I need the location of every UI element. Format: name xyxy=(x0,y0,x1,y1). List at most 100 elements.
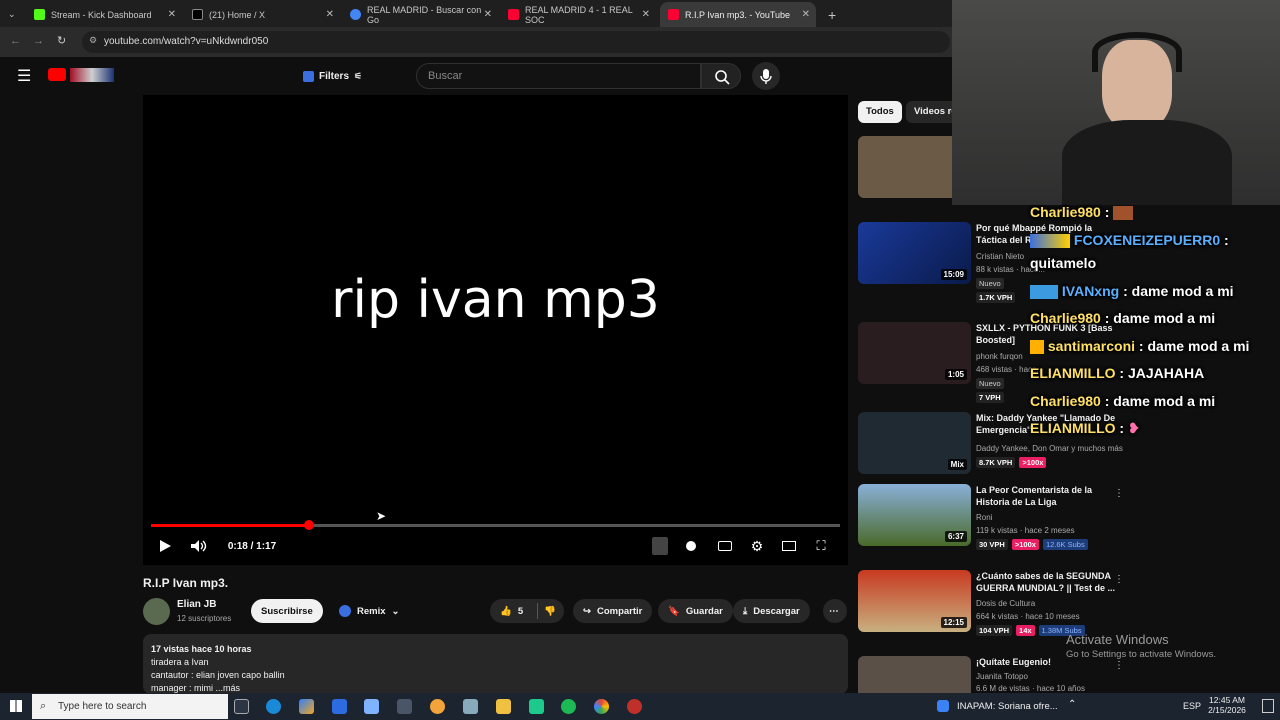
close-icon[interactable]: ✕ xyxy=(642,9,650,20)
close-icon[interactable]: ✕ xyxy=(168,9,176,20)
voice-search-button[interactable] xyxy=(752,62,780,90)
tab-google[interactable]: REAL MADRID - Buscar con Go ✕ xyxy=(342,2,498,27)
search-button[interactable] xyxy=(701,63,741,89)
download-icon: ⤓ xyxy=(743,605,748,617)
save-button[interactable]: 🔖 Guardar xyxy=(658,599,733,623)
tab-x[interactable]: (21) Home / X ✕ xyxy=(184,2,340,27)
rec-title[interactable]: ¿Cuánto sabes de la SEGUNDA GUERRA MUNDI… xyxy=(976,570,1116,594)
captions-button[interactable] xyxy=(717,537,733,555)
site-info-icon[interactable]: ⚙ xyxy=(89,35,97,46)
rec-channel[interactable]: Dosis de Cultura xyxy=(976,599,1035,608)
rec-channel[interactable]: Juanita Totopo xyxy=(976,672,1028,681)
close-icon[interactable]: ✕ xyxy=(802,9,810,20)
recommendation-item[interactable]: ¡Quítate Eugenio! Juanita Totopo 6.6 M d… xyxy=(858,656,1128,693)
progress-bar[interactable] xyxy=(151,520,840,530)
settings-button[interactable]: ⚙ xyxy=(749,537,765,555)
scrubber-handle[interactable] xyxy=(304,520,315,530)
captions-icon xyxy=(718,541,732,551)
more-icon[interactable]: ⋮ xyxy=(1114,574,1124,585)
whatsapp-icon[interactable] xyxy=(529,699,544,714)
edge-icon[interactable] xyxy=(266,699,281,714)
notification-center-icon[interactable] xyxy=(1262,699,1274,713)
new-tab-button[interactable]: + xyxy=(820,2,840,27)
like-count: 5 xyxy=(517,605,524,617)
extension-player-icon[interactable] xyxy=(652,537,668,555)
rec-title[interactable]: La Peor Comentarista de la Historia de L… xyxy=(976,484,1116,508)
obs-icon[interactable] xyxy=(627,699,642,714)
like-button[interactable]: 👍 5 👎 xyxy=(490,599,564,623)
notification-text[interactable]: INAPAM: Soriana ofre... xyxy=(957,701,1058,712)
spotify-icon[interactable] xyxy=(561,699,576,714)
store-icon[interactable] xyxy=(332,699,347,714)
more-actions-button[interactable]: ⋯ xyxy=(823,599,847,623)
clock[interactable]: 12:45 AM 2/15/2026 xyxy=(1204,695,1250,715)
youtube-doodle-icon[interactable] xyxy=(70,68,114,82)
video-thumbnail[interactable]: Mix xyxy=(858,412,971,474)
chat-message: FCOXENEIZEPUERR0 : xyxy=(1030,232,1280,249)
download-button[interactable]: ⤓ Descargar xyxy=(733,599,810,623)
video-thumbnail[interactable] xyxy=(858,656,971,693)
theater-button[interactable] xyxy=(781,537,797,555)
tab-youtube-realmadrid[interactable]: REAL MADRID 4 - 1 REAL SOC ✕ xyxy=(500,2,656,27)
remix-button[interactable]: Remix ⌄ xyxy=(329,599,409,623)
more-icon[interactable]: ⋮ xyxy=(1114,488,1124,499)
video-player[interactable]: rip ivan mp3 0:18 / 1:17 ⚙ ⛶ ➤ xyxy=(143,95,848,565)
reload-icon[interactable]: ↻ xyxy=(57,34,66,47)
share-button[interactable]: ↪ Compartir xyxy=(573,599,653,623)
language-indicator[interactable]: ESP xyxy=(1183,701,1201,711)
play-button[interactable] xyxy=(157,537,173,555)
description-box[interactable]: 17 vistas hace 10 horas tiradera a Ivan … xyxy=(143,634,848,694)
close-icon[interactable]: ✕ xyxy=(484,9,492,20)
video-thumbnail[interactable]: 6:37 xyxy=(858,484,971,546)
app-icon[interactable] xyxy=(397,699,412,714)
tab-label: R.I.P Ivan mp3. - YouTube xyxy=(685,9,791,20)
more-icon[interactable]: ⋮ xyxy=(1114,660,1124,671)
url-field[interactable]: ⚙ youtube.com/watch?v=uNkdwndr050 xyxy=(82,31,950,53)
chevron-up-icon[interactable]: ⌃ xyxy=(1068,699,1076,710)
thumbs-down-icon[interactable]: 👎 xyxy=(544,606,556,617)
close-icon[interactable]: ✕ xyxy=(326,9,334,20)
rec-channel[interactable]: Daddy Yankee, Don Omar y muchos más xyxy=(976,444,1123,453)
tab-label: Stream - Kick Dashboard xyxy=(51,9,152,20)
watermark-subtitle: Go to Settings to activate Windows. xyxy=(1066,649,1216,660)
youtube-logo-icon[interactable] xyxy=(48,68,66,81)
url-text: youtube.com/watch?v=uNkdwndr050 xyxy=(104,36,269,47)
recommendation-item[interactable]: 6:37 La Peor Comentarista de la Historia… xyxy=(858,484,1128,564)
video-thumbnail[interactable]: 12:15 xyxy=(858,570,971,632)
channel-name[interactable]: Elian JB xyxy=(177,599,216,610)
video-thumbnail[interactable]: 1:05 xyxy=(858,322,971,384)
clock-time: 12:45 AM xyxy=(1209,695,1245,705)
rec-channel[interactable]: Roni xyxy=(976,513,992,522)
progress-fill xyxy=(151,524,310,527)
volume-button[interactable] xyxy=(189,537,209,555)
search-input[interactable]: Buscar xyxy=(416,63,701,89)
browser-icon[interactable] xyxy=(430,699,445,714)
file-explorer-icon[interactable] xyxy=(496,699,511,714)
app-icon[interactable] xyxy=(364,699,379,714)
video-thumbnail[interactable]: 15:09 xyxy=(858,222,971,284)
menu-icon[interactable]: ☰ xyxy=(17,66,31,86)
taskbar-search-input[interactable]: Type here to search xyxy=(32,694,228,719)
app-icon[interactable] xyxy=(463,699,478,714)
chrome-icon[interactable] xyxy=(594,699,609,714)
back-icon[interactable]: ← xyxy=(10,35,21,47)
copilot-icon[interactable] xyxy=(299,699,314,714)
tab-kick[interactable]: Stream - Kick Dashboard ✕ xyxy=(26,2,182,27)
watermark-title: Activate Windows xyxy=(1066,632,1169,647)
forward-icon[interactable]: → xyxy=(33,35,44,47)
rec-channel[interactable]: phonk furqon xyxy=(976,352,1023,361)
duration-badge: 12:15 xyxy=(940,617,967,628)
fullscreen-button[interactable]: ⛶ xyxy=(813,537,829,555)
task-view-icon[interactable] xyxy=(234,699,249,714)
tab-youtube-active[interactable]: R.I.P Ivan mp3. - YouTube ✕ xyxy=(660,2,816,27)
search-icon xyxy=(715,70,730,85)
rec-channel[interactable]: Cristian Nieto xyxy=(976,252,1024,261)
chip-todos[interactable]: Todos xyxy=(858,101,902,123)
mouse-cursor-icon: ➤ xyxy=(376,509,387,523)
autoplay-toggle[interactable] xyxy=(683,537,699,555)
filters-button[interactable]: Filters ⚟ xyxy=(295,65,370,87)
subscribe-button[interactable]: Suscribirse xyxy=(251,599,323,623)
avatar[interactable] xyxy=(143,598,170,625)
windows-start-icon[interactable] xyxy=(10,700,22,712)
tab-list-button[interactable]: ⌄ xyxy=(0,2,24,27)
